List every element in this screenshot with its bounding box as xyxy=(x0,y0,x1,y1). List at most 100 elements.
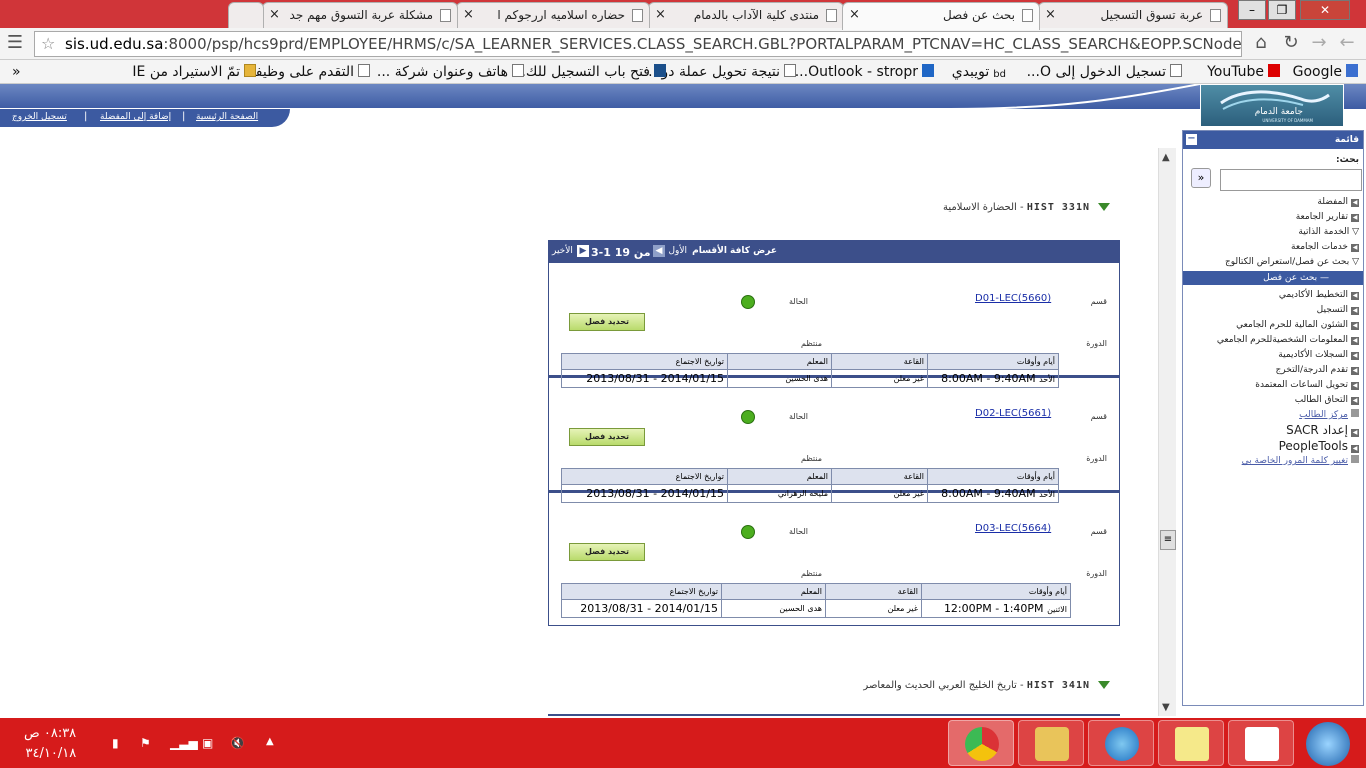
menu-item[interactable]: تغيير كلمة المرور الخاصة بي xyxy=(1242,454,1359,468)
restore-icon[interactable]: ❐ xyxy=(1268,0,1296,20)
back-icon[interactable]: ← xyxy=(1336,32,1358,53)
menu-search-input[interactable] xyxy=(1220,169,1362,191)
battery-icon[interactable]: ▮ xyxy=(112,736,119,750)
content-scrollbar[interactable]: ▲ ≡ ▼ xyxy=(1158,148,1176,716)
menu-item[interactable]: ◀التسجيل xyxy=(1317,303,1359,317)
status-open-icon xyxy=(741,410,755,424)
first-link[interactable]: الأول xyxy=(668,246,687,256)
main-content: HIST 331N - الحضارة الاسلامية عرض كافة ا… xyxy=(0,128,1158,716)
menu-item[interactable]: — بحث عن فصل xyxy=(1183,271,1363,285)
device-icon[interactable]: ▣ xyxy=(202,736,213,750)
scroll-down-icon[interactable]: ▼ xyxy=(1162,702,1170,713)
taskbar-chrome[interactable] xyxy=(948,720,1014,766)
view-all-link[interactable]: عرض كافة الأقسام xyxy=(692,246,777,256)
folder-icon xyxy=(1035,727,1069,761)
last-link[interactable]: الأخير xyxy=(552,246,573,256)
menu-item[interactable]: ◀تقارير الجامعة xyxy=(1296,210,1359,224)
system-clock[interactable]: ٠٨:٣٨ ص ٣٤/١٠/١٨ xyxy=(24,724,76,764)
taskbar-sticky-notes[interactable] xyxy=(1158,720,1224,766)
expand-arrow-icon: ◀ xyxy=(1351,352,1359,360)
page-icon xyxy=(440,9,451,22)
bookmark-outlook[interactable]: Outlook - stropr... xyxy=(795,63,934,81)
bookmark-twbd[interactable]: bdتويبدي xyxy=(952,63,1006,81)
menu-icon[interactable]: ☰ xyxy=(4,32,26,53)
menu-item[interactable]: ◀تقدم الدرجة/التخرج xyxy=(1276,363,1359,377)
bookmark-job[interactable]: التقدم على وظيفة xyxy=(248,63,370,81)
bookmark-login[interactable]: تسجيل الدخول إلى O... xyxy=(1027,63,1182,81)
scroll-up-icon[interactable]: ▲ xyxy=(1162,152,1170,163)
show-hidden-icons[interactable]: ▲ xyxy=(266,736,274,747)
tab-cart-problem[interactable]: مشكلة عربة التسوق مهم جد × xyxy=(262,2,458,28)
page-icon xyxy=(632,9,643,22)
speaker-muted-icon[interactable]: 🔇 xyxy=(230,736,245,750)
close-icon[interactable]: × xyxy=(1045,3,1056,27)
menu-item[interactable]: ◀المعلومات الشخصيةللحرم الجامعي xyxy=(1217,333,1359,347)
expand-arrow-icon: ◀ xyxy=(1351,382,1359,390)
menu-item[interactable]: ◀تحويل الساعات المعتمدة xyxy=(1255,378,1359,392)
home-icon[interactable]: ⌂ xyxy=(1250,32,1272,53)
forward-icon[interactable]: → xyxy=(1308,32,1330,53)
bookmark-phone[interactable]: هاتف وعنوان شركة ... xyxy=(377,63,524,81)
collapse-icon[interactable]: − xyxy=(1186,134,1197,145)
tab-civilization[interactable]: حضاره اسلاميه اررجوكم ا × xyxy=(456,2,650,28)
logout-link[interactable]: تسجيل الخروج xyxy=(12,112,67,122)
bookmark-imported-ie[interactable]: تمّ الاستيراد من IE xyxy=(132,63,256,81)
close-icon[interactable]: × xyxy=(463,3,474,27)
section-link[interactable]: D03-LEC(5664) xyxy=(975,523,1051,534)
menu-item[interactable]: ▽ الخدمة الذاتية xyxy=(1298,225,1359,239)
tab-cart[interactable]: عربة تسوق التسجيل × xyxy=(1038,2,1228,28)
collapse-triangle-icon[interactable] xyxy=(1098,203,1110,211)
select-class-button[interactable]: تحديد فصل xyxy=(569,428,645,446)
star-icon[interactable]: ☆ xyxy=(41,32,55,56)
close-icon[interactable]: × xyxy=(849,3,860,27)
bookmark-currency[interactable]: نتيجة تحويل عملة دو... xyxy=(648,63,796,81)
add-favorite-link[interactable]: إضافة إلى المفضلة xyxy=(100,112,171,122)
close-icon[interactable]: × xyxy=(655,3,666,27)
course-header-hist331[interactable]: HIST 331N - الحضارة الاسلامية xyxy=(943,202,1110,213)
menu-item[interactable]: ◀التحاق الطالب xyxy=(1295,393,1359,407)
minimize-icon[interactable]: – xyxy=(1238,0,1266,20)
start-button[interactable] xyxy=(1306,722,1350,766)
select-class-button[interactable]: تحديد فصل xyxy=(569,313,645,331)
menu-search-label: بحث: xyxy=(1336,155,1359,165)
collapse-triangle-icon[interactable] xyxy=(1098,681,1110,689)
menu-item[interactable]: مركز الطالب xyxy=(1299,408,1359,422)
bookmark-google[interactable]: Google xyxy=(1293,63,1358,81)
flag-icon[interactable]: ⚑ xyxy=(140,736,151,750)
close-icon[interactable]: × xyxy=(269,3,280,27)
bookmark-youtube[interactable]: YouTube xyxy=(1207,63,1280,81)
new-tab-button[interactable] xyxy=(228,2,264,28)
menu-item[interactable]: ◀PeopleTools xyxy=(1279,439,1359,455)
tab-forum[interactable]: منتدى كلية الآداب بالدمام × xyxy=(648,2,844,28)
home-link[interactable]: الصفحة الرئيسية xyxy=(196,112,258,122)
taskbar-ksu[interactable] xyxy=(1228,720,1294,766)
search-go-icon[interactable]: » xyxy=(1191,168,1211,188)
taskbar-explorer[interactable] xyxy=(1018,720,1084,766)
tab-class-search[interactable]: بحث عن فصل × xyxy=(842,2,1040,30)
prev-icon[interactable]: ◀ xyxy=(653,245,665,257)
menu-item[interactable]: ▽ بحث عن فصل/استعراض الكتالوج xyxy=(1225,255,1359,269)
section-link[interactable]: D01-LEC(5660) xyxy=(975,293,1051,304)
menu-item[interactable]: ◀خدمات الجامعة xyxy=(1291,240,1359,254)
windows-taskbar: ٠٨:٣٨ ص ٣٤/١٠/١٨ ▮ ⚑ ▁▃▅ ▣ 🔇 ▲ xyxy=(0,718,1366,768)
close-window-icon[interactable]: ✕ xyxy=(1300,0,1350,20)
taskbar-ie[interactable] xyxy=(1088,720,1154,766)
select-class-button[interactable]: تحديد فصل xyxy=(569,543,645,561)
bookmark-registration[interactable]: فتح باب التسجيل للك... xyxy=(513,63,666,81)
reload-icon[interactable]: ↻ xyxy=(1280,32,1302,53)
menu-item[interactable]: ◀إعداد SACR xyxy=(1286,423,1359,439)
next-icon[interactable]: ▶ xyxy=(577,245,589,257)
scroll-thumb[interactable]: ≡ xyxy=(1160,530,1176,550)
status-open-icon xyxy=(741,525,755,539)
menu-item[interactable]: ◀الشئون المالية للحرم الجامعي xyxy=(1236,318,1359,332)
bookmarks-more[interactable]: » xyxy=(12,63,21,81)
section-link[interactable]: D02-LEC(5661) xyxy=(975,408,1051,419)
menu-item[interactable]: ◀السجلات الأكاديمية xyxy=(1278,348,1359,362)
signal-icon[interactable]: ▁▃▅ xyxy=(170,736,198,750)
course-header-hist341[interactable]: HIST 341N - تاريخ الخليج العربي الحديث و… xyxy=(863,680,1110,691)
menu-item[interactable]: ◀التخطيط الأكاديمي xyxy=(1279,288,1359,302)
address-bar[interactable]: ☆ sis.ud.edu.sa:8000/psp/hcs9prd/EMPLOYEE… xyxy=(34,31,1242,57)
browser-toolbar: ☰ ☆ sis.ud.edu.sa:8000/psp/hcs9prd/EMPLOY… xyxy=(0,28,1366,60)
menu-item[interactable]: ◀المفضلة xyxy=(1317,195,1359,209)
notes-icon xyxy=(1175,727,1209,761)
